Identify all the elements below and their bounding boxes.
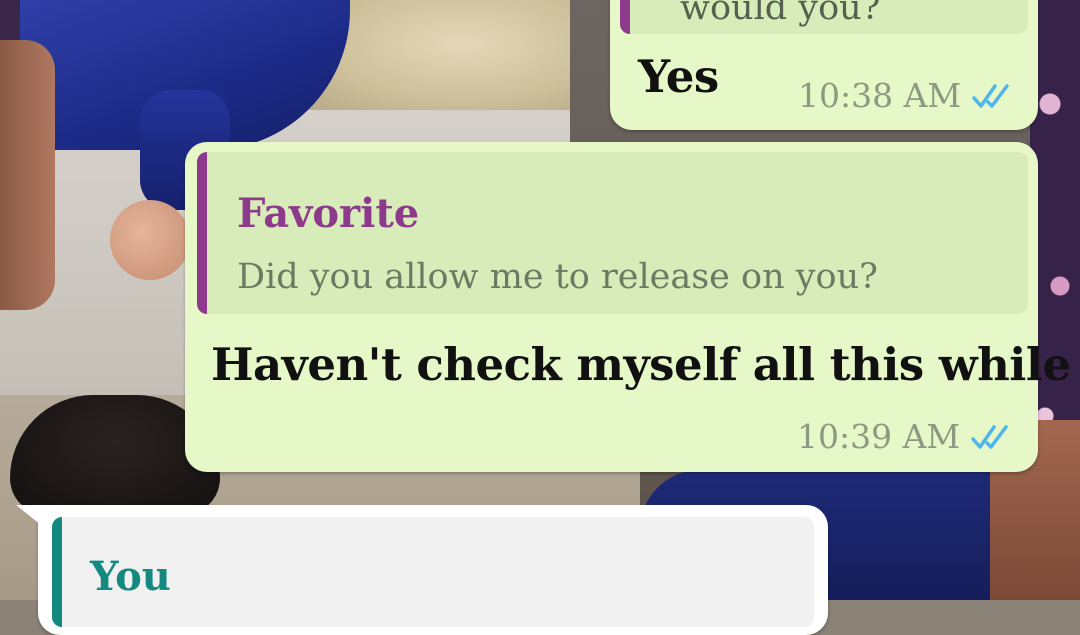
message-text: Yes	[638, 50, 719, 103]
quoted-message[interactable]: Favorite Did you allow me to release on …	[197, 152, 1028, 314]
quoted-author: You	[90, 553, 171, 600]
message-bubble-outgoing[interactable]: Favorite Did you allow me to release on …	[185, 142, 1071, 472]
quote-bar	[620, 0, 630, 34]
double-check-read-icon	[972, 83, 1009, 108]
quote-bar	[52, 517, 62, 627]
message-bubble-outgoing[interactable]: would you? Yes 10:38 AM	[610, 0, 1038, 130]
message-meta: 10:39 AM	[797, 417, 1020, 456]
message-meta: 10:38 AM	[798, 76, 1021, 115]
double-check-read-icon	[971, 424, 1008, 449]
message-timestamp: 10:39 AM	[797, 417, 961, 456]
quoted-message[interactable]: You	[52, 517, 814, 627]
message-bubble-incoming[interactable]: You	[16, 505, 828, 635]
quote-bar	[197, 152, 207, 314]
wallpaper-foot	[110, 200, 190, 280]
quoted-text: would you?	[680, 0, 881, 28]
message-timestamp: 10:38 AM	[798, 76, 962, 115]
wallpaper-arm	[0, 40, 55, 310]
message-text: Haven't check myself all this while	[211, 338, 1071, 391]
bubble-tail	[16, 505, 46, 529]
quoted-author: Favorite	[237, 190, 420, 237]
quoted-text: Did you allow me to release on you?	[237, 257, 878, 297]
quoted-message[interactable]: would you?	[620, 0, 1028, 34]
